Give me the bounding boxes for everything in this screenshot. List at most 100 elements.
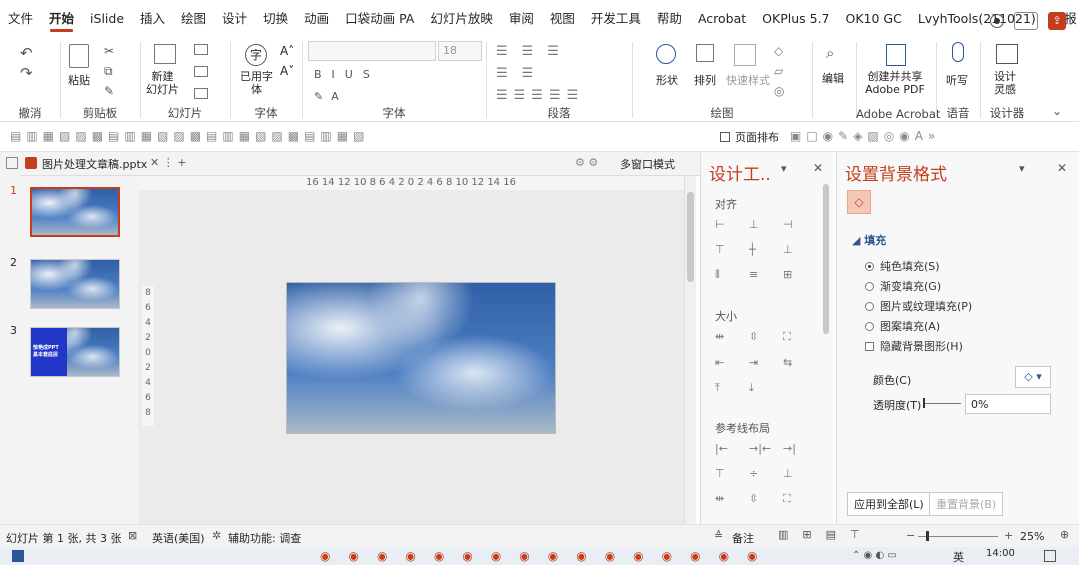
design-panel-menu-icon[interactable]: ▾	[781, 162, 787, 175]
used-font-button[interactable]: 已用字 体	[240, 70, 273, 96]
spellcheck-icon[interactable]: ⊠	[128, 529, 137, 542]
transparency-slider[interactable]	[923, 398, 961, 408]
menu-1[interactable]: 开始	[41, 0, 82, 38]
system-tray[interactable]: ⌃ ◉ ◐ ▭	[852, 550, 897, 561]
quick-style-icon[interactable]	[734, 44, 756, 66]
notes-button[interactable]: 备注	[732, 530, 754, 546]
zoom-out-icon[interactable]: −	[906, 529, 915, 542]
used-font-icon[interactable]: 字	[245, 44, 267, 66]
font-size-dropdown[interactable]: 18	[438, 41, 482, 61]
arrange-button[interactable]: 排列	[694, 72, 716, 88]
slide-thumb-1[interactable]	[30, 187, 120, 237]
pattern-fill-radio[interactable]	[865, 321, 874, 331]
create-pdf-button[interactable]: 创建并共享 Adobe PDF	[856, 70, 934, 96]
menu-8[interactable]: 口袋动画 PA	[337, 0, 422, 38]
clock[interactable]: 14:00	[986, 548, 1015, 559]
list-icons[interactable]: ☰☰☰	[496, 44, 573, 59]
menu-4[interactable]: 绘图	[173, 0, 214, 38]
menu-7[interactable]: 动画	[296, 0, 337, 38]
edit-button[interactable]: 编辑	[822, 70, 844, 86]
menu-6[interactable]: 切换	[255, 0, 296, 38]
align-icons[interactable]: ☰☰☰☰☰	[496, 88, 584, 103]
menu-5[interactable]: 设计	[214, 0, 255, 38]
mic-icon[interactable]	[952, 42, 964, 62]
paste-button[interactable]: 粘贴	[68, 72, 90, 88]
accessibility-icon[interactable]: ✲	[212, 529, 221, 542]
menu-3[interactable]: 插入	[132, 0, 173, 38]
quick-tool-icons-2[interactable]: ▣□◉✎◈▧◎◉A»	[790, 129, 940, 143]
quick-style-button[interactable]: 快速样式	[726, 72, 770, 88]
indent-icons[interactable]: ☰☰	[496, 66, 547, 81]
effect-icon[interactable]: ◎	[774, 84, 784, 98]
share-icon[interactable]: ⇪	[1048, 12, 1066, 30]
menu-15[interactable]: OKPlus 5.7	[754, 0, 837, 38]
picture-fill-radio[interactable]	[865, 301, 874, 311]
transparency-input[interactable]: 0%	[965, 394, 1051, 414]
menu-12[interactable]: 开发工具	[583, 0, 649, 38]
close-tab-icon[interactable]: ✕ ⋮ +	[150, 156, 186, 169]
start-icon[interactable]	[12, 550, 24, 562]
collapse-ribbon-icon[interactable]: ⌄	[1052, 104, 1062, 118]
zoom-level[interactable]: 25%	[1020, 530, 1044, 543]
solid-fill-option[interactable]: 纯色填充(S)	[865, 258, 940, 274]
size-grid[interactable]: ⇹ ⇳ ⛶ ⇤ ⇥ ⇆ ⤒ ⤓	[715, 330, 817, 395]
reset-bg-button[interactable]: 重置背景(B)	[929, 492, 1004, 516]
undo-icon[interactable]: ↶	[20, 44, 33, 62]
layout-icon[interactable]	[194, 44, 208, 55]
thumbnail-view-icon[interactable]	[6, 157, 18, 169]
pdf-icon[interactable]	[886, 44, 906, 66]
menu-2[interactable]: iSlide	[82, 0, 132, 38]
fill-bucket-icon[interactable]: ◇	[847, 190, 871, 214]
zoom-in-icon[interactable]: +	[1004, 529, 1013, 542]
hide-bg-checkbox[interactable]	[865, 341, 874, 351]
menu-13[interactable]: 帮助	[649, 0, 690, 38]
notification-icon[interactable]	[1044, 550, 1056, 562]
reset-icon[interactable]	[194, 66, 208, 77]
designer-icon[interactable]	[996, 44, 1018, 64]
gradient-fill-option[interactable]: 渐变填充(G)	[865, 278, 941, 294]
fit-slide-icon[interactable]: ⊕	[1060, 528, 1069, 541]
menu-10[interactable]: 审阅	[501, 0, 542, 38]
page-sort-checkbox[interactable]	[720, 132, 730, 142]
find-icon[interactable]: ⌕	[826, 44, 834, 62]
gear-icon[interactable]: ⚙ ⚙	[575, 156, 598, 169]
accessibility-status[interactable]: 辅助功能: 调查	[228, 530, 301, 546]
cut-icon[interactable]: ✂	[104, 44, 114, 58]
redo-icon[interactable]: ↷	[20, 64, 33, 82]
canvas-scrollbar[interactable]	[684, 176, 696, 524]
copy-icon[interactable]: ⧉	[104, 64, 113, 79]
comment-icon[interactable]	[1014, 12, 1038, 30]
apply-all-button[interactable]: 应用到全部(L)	[847, 492, 931, 516]
font-style-buttons[interactable]: BIUS	[314, 68, 380, 81]
menu-11[interactable]: 视图	[542, 0, 583, 38]
grow-font-icon[interactable]: A˄	[280, 44, 294, 58]
new-slide-button[interactable]: 新建 幻灯片	[146, 70, 179, 96]
menu-14[interactable]: Acrobat	[690, 0, 754, 38]
font-name-dropdown[interactable]	[308, 41, 436, 61]
format-panel-close-icon[interactable]: ✕	[1057, 161, 1067, 175]
arrange-icon[interactable]	[696, 44, 714, 62]
pattern-fill-option[interactable]: 图案填充(A)	[865, 318, 940, 334]
menu-0[interactable]: 文件	[0, 0, 41, 38]
design-panel-close-icon[interactable]: ✕	[813, 161, 823, 175]
fill-icon[interactable]: ◇	[774, 44, 783, 58]
hide-bg-option[interactable]: 隐藏背景图形(H)	[865, 338, 963, 354]
quick-tool-icons[interactable]: ▤▥▦▧▨▩▤▥▦▧▨▩▤▥▦▧▨▩▤▥▦▧	[10, 129, 369, 143]
file-tab[interactable]: 图片处理文章稿.pptx	[42, 156, 147, 172]
solid-fill-radio[interactable]	[865, 261, 874, 271]
align-grid[interactable]: ⊢ ⊥ ⊣ ⊤ ┼ ⊥ ⦀ ≡ ⊞	[715, 218, 817, 282]
record-icon[interactable]	[990, 14, 1004, 28]
design-panel-scrollbar[interactable]	[823, 184, 829, 334]
outline-icon[interactable]: ▱	[774, 64, 783, 78]
paste-icon[interactable]	[69, 44, 89, 68]
ime-indicator[interactable]: 英	[953, 549, 964, 565]
color-picker-button[interactable]: ◇ ▾	[1015, 366, 1051, 388]
new-slide-icon[interactable]	[154, 44, 176, 64]
shrink-font-icon[interactable]: A˅	[280, 64, 294, 78]
zoom-slider[interactable]	[918, 531, 998, 541]
notes-icon[interactable]: ≙	[714, 529, 723, 542]
language-status[interactable]: 英语(美国)	[152, 530, 205, 546]
design-ideas-button[interactable]: 设计 灵感	[994, 70, 1016, 96]
section-icon[interactable]	[194, 88, 208, 99]
font-color-buttons[interactable]: ✎A	[314, 90, 347, 103]
